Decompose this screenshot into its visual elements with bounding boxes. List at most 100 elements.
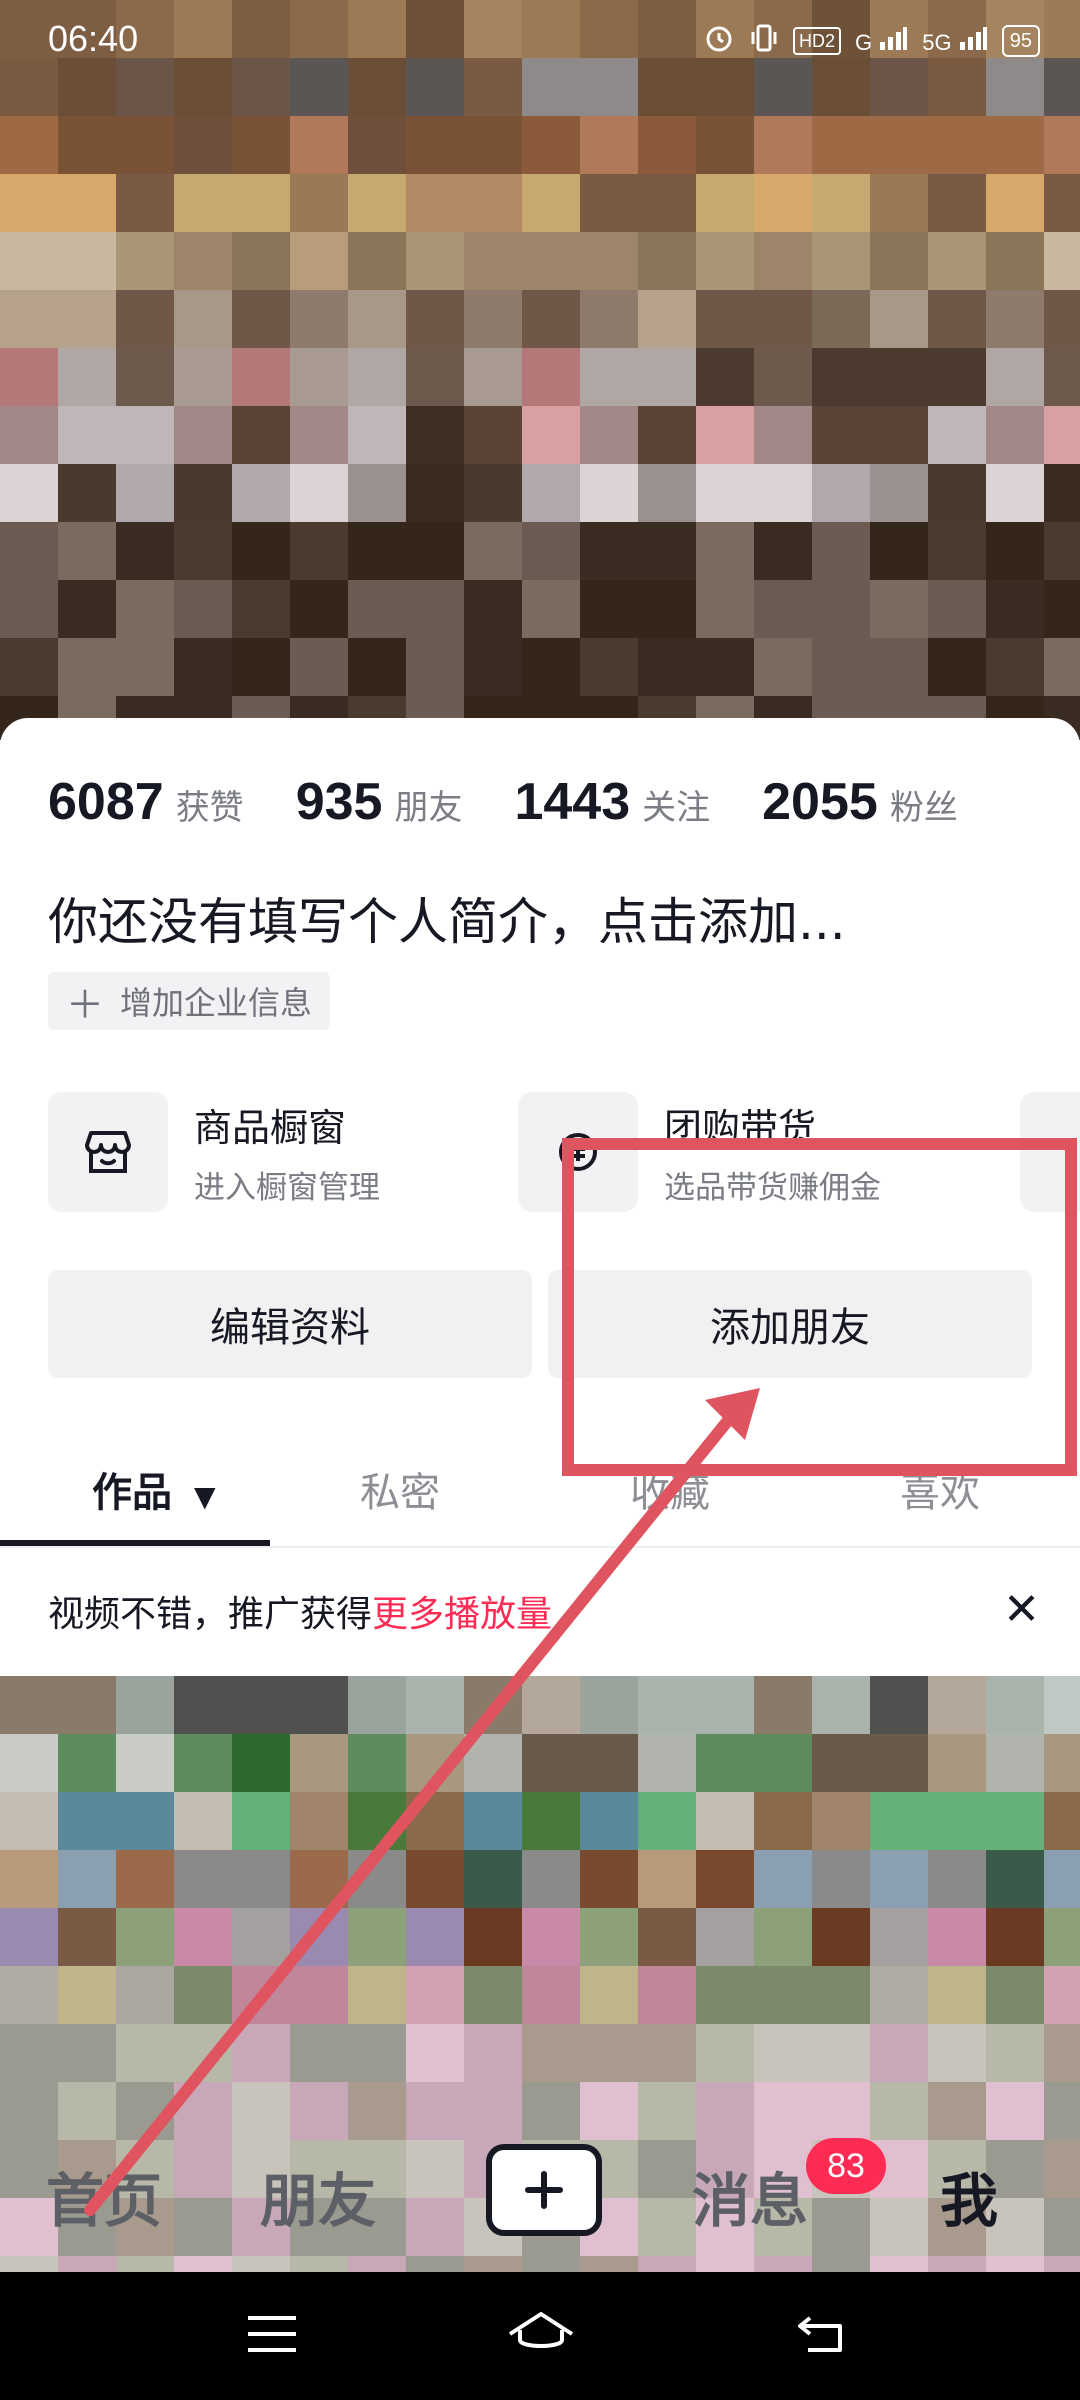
mosaic-cell (580, 464, 639, 523)
mosaic-cell (870, 1908, 929, 1967)
mosaic-cell (348, 116, 407, 175)
mosaic-cell (580, 1792, 639, 1851)
mosaic-cell (58, 348, 117, 407)
promo-text: 视频不错，推广获得更多播放量 (48, 1585, 552, 1637)
mosaic-cell (986, 232, 1045, 291)
mosaic-cell (928, 638, 987, 697)
tool-group-buy[interactable]: 团购带货 选品带货赚佣金 (518, 1092, 881, 1212)
mosaic-cell (464, 1966, 523, 2025)
mosaic-cell (696, 2024, 755, 2083)
back-icon[interactable] (796, 2312, 852, 2360)
mosaic-cell (928, 1792, 987, 1851)
mosaic-cell (174, 1966, 233, 2025)
mosaic-cell (0, 2024, 59, 2083)
mosaic-cell (696, 638, 755, 697)
mosaic-cell (812, 1734, 871, 1793)
mosaic-cell (696, 464, 755, 523)
stat-friends[interactable]: 935 朋友 (296, 772, 463, 832)
mosaic-cell (580, 290, 639, 349)
mosaic-cell (0, 1966, 59, 2025)
bio-placeholder[interactable]: 你还没有填写个人简介，点击添加... (48, 882, 846, 954)
nav-home[interactable]: 首页 (46, 2154, 162, 2238)
mosaic-cell (406, 406, 465, 465)
status-icons: HD2 G 5G 95 (703, 22, 1040, 60)
tab-private[interactable]: 私密 (360, 1460, 440, 1518)
mosaic-cell (348, 232, 407, 291)
mosaic-cell (986, 464, 1045, 523)
mosaic-cell (290, 1676, 349, 1735)
mosaic-cell (0, 580, 59, 639)
mosaic-cell (406, 116, 465, 175)
mosaic-cell (928, 174, 987, 233)
mosaic-cell (870, 638, 929, 697)
mosaic-cell (232, 1676, 291, 1735)
mosaic-cell (116, 1908, 175, 1967)
mosaic-cell (870, 406, 929, 465)
mosaic-cell (174, 1850, 233, 1909)
mosaic-cell (232, 580, 291, 639)
mosaic-cell (348, 464, 407, 523)
stat-following[interactable]: 1443 关注 (514, 772, 710, 832)
mosaic-cell (522, 1966, 581, 2025)
mosaic-cell (754, 1966, 813, 2025)
mosaic-cell (754, 2024, 813, 2083)
mosaic-cell (116, 290, 175, 349)
mosaic-cell (580, 232, 639, 291)
plus-icon[interactable] (486, 2144, 602, 2236)
mosaic-cell (174, 1676, 233, 1735)
mosaic-cell (638, 1908, 697, 1967)
mosaic-cell (174, 116, 233, 175)
mosaic-cell (290, 406, 349, 465)
tool-product-showcase[interactable]: 商品橱窗 进入橱窗管理 (48, 1092, 380, 1212)
mosaic-cell (464, 116, 523, 175)
tab-likes[interactable]: 喜欢 (900, 1460, 980, 1518)
mosaic-cell (464, 174, 523, 233)
promo-highlight: 更多播放量 (372, 1594, 553, 1635)
mosaic-cell (522, 1908, 581, 1967)
mosaic-cell (986, 174, 1045, 233)
mosaic-cell (870, 2024, 929, 2083)
close-icon[interactable]: ✕ (1003, 1584, 1040, 1635)
add-friend-button[interactable]: 添加朋友 (548, 1270, 1032, 1378)
mosaic-cell (174, 1734, 233, 1793)
mosaic-cell (406, 1676, 465, 1735)
mosaic-cell (638, 406, 697, 465)
nav-me[interactable]: 我 (940, 2154, 998, 2238)
mosaic-cell (58, 2024, 117, 2083)
promo-banner[interactable]: 视频不错，推广获得更多播放量 ✕ (0, 1556, 1080, 1666)
stat-likes[interactable]: 6087 获赞 (48, 772, 244, 832)
mosaic-cell (58, 638, 117, 697)
mosaic-cell (290, 1908, 349, 1967)
more-tools-peek[interactable] (1020, 1092, 1080, 1212)
edit-profile-button[interactable]: 编辑资料 (48, 1270, 532, 1378)
tab-works[interactable]: 作品 ▼ (92, 1460, 215, 1518)
mosaic-cell (290, 174, 349, 233)
mosaic-cell (348, 1734, 407, 1793)
mosaic-cell (406, 1850, 465, 1909)
mosaic-cell (58, 174, 117, 233)
mosaic-cell (406, 1966, 465, 2025)
tool-title: 团购带货 (664, 1106, 817, 1150)
tool-subtitle: 进入橱窗管理 (194, 1170, 380, 1206)
mosaic-cell (174, 1792, 233, 1851)
promo-text-main: 视频不错，推广获得 (48, 1594, 373, 1635)
home-icon[interactable] (506, 2308, 576, 2362)
menu-icon[interactable] (246, 2312, 298, 2360)
mosaic-cell (0, 1850, 59, 1909)
mosaic-cell (522, 290, 581, 349)
mosaic-cell (174, 174, 233, 233)
mosaic-cell (870, 348, 929, 407)
mosaic-cell (174, 638, 233, 697)
stat-followers[interactable]: 2055 粉丝 (762, 772, 958, 832)
signal-5g-label: 5G (922, 30, 952, 55)
mosaic-cell (174, 406, 233, 465)
mosaic-cell (290, 290, 349, 349)
mosaic-cell (0, 1676, 59, 1735)
tab-favorites[interactable]: 收藏 (630, 1460, 710, 1518)
add-enterprise-info-button[interactable]: ＋ 增加企业信息 (48, 972, 331, 1030)
mosaic-cell (464, 580, 523, 639)
mosaic-cell (522, 348, 581, 407)
nav-friends[interactable]: 朋友 (260, 2154, 376, 2238)
nav-messages[interactable]: 消息 (692, 2154, 808, 2238)
mosaic-cell (638, 2024, 697, 2083)
